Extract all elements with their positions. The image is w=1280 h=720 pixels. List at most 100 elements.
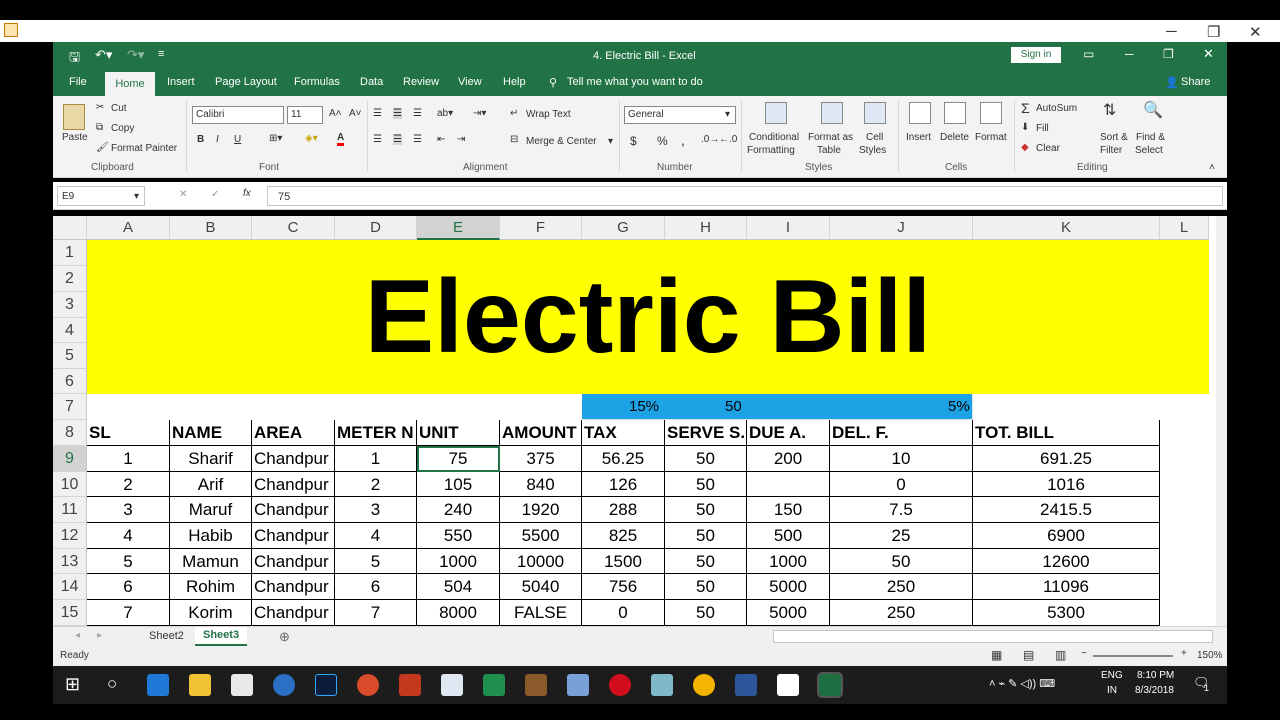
restore-icon[interactable]: ❐ bbox=[1207, 23, 1220, 41]
row-header-6[interactable]: 6 bbox=[53, 369, 87, 394]
font-size-dropdown[interactable]: 11 bbox=[287, 106, 323, 124]
excel-task-icon[interactable] bbox=[483, 674, 505, 696]
align-center-icon[interactable]: ☰ bbox=[393, 134, 402, 145]
table-cell[interactable]: 150 bbox=[747, 497, 830, 523]
notes-icon[interactable] bbox=[651, 674, 673, 696]
column-header-f[interactable]: F bbox=[500, 216, 582, 240]
table-cell[interactable]: 56.25 bbox=[582, 446, 665, 472]
table-cell[interactable]: 50 bbox=[665, 600, 747, 626]
excel-close-icon[interactable]: ✕ bbox=[1203, 46, 1214, 62]
table-cell[interactable]: Maruf bbox=[170, 497, 252, 523]
table-cell[interactable]: 50 bbox=[830, 549, 973, 574]
table-cell[interactable]: 1016 bbox=[973, 472, 1160, 497]
horizontal-scrollbar[interactable] bbox=[773, 630, 1213, 643]
name-box[interactable]: E9 ▾ bbox=[57, 186, 145, 206]
tab-page-layout[interactable]: Page Layout bbox=[215, 76, 277, 88]
table-cell[interactable]: 126 bbox=[582, 472, 665, 497]
merge-center-button[interactable]: Merge & Center bbox=[526, 136, 597, 147]
row-header-11[interactable]: 11 bbox=[53, 497, 87, 523]
table-cell[interactable]: 500 bbox=[747, 523, 830, 549]
table-cell[interactable]: 7.5 bbox=[830, 497, 973, 523]
table-cell[interactable]: 6900 bbox=[973, 523, 1160, 549]
table-cell[interactable]: 3 bbox=[335, 497, 417, 523]
excel-minimize-icon[interactable]: ─ bbox=[1125, 47, 1134, 61]
camtasia-icon[interactable] bbox=[231, 674, 253, 696]
clock-time[interactable]: 8:10 PM bbox=[1137, 670, 1174, 681]
insert-function-button[interactable]: fx bbox=[243, 188, 251, 199]
table-cell[interactable]: 5 bbox=[335, 549, 417, 574]
format-as-table-button-line2[interactable]: Table bbox=[817, 145, 841, 156]
paste-icon[interactable] bbox=[63, 104, 85, 130]
tray-icons[interactable]: ˄ ⌁ ✎ ◁)) ⌨ bbox=[989, 677, 1055, 690]
file-explorer-icon[interactable] bbox=[189, 674, 211, 696]
cancel-entry-icon[interactable]: ✕ bbox=[179, 189, 187, 200]
underline-button[interactable]: U bbox=[234, 134, 241, 145]
find-select-button-line2[interactable]: Select bbox=[1135, 145, 1163, 156]
sheet-tab-sheet3[interactable]: Sheet3 bbox=[195, 627, 248, 646]
tab-home[interactable]: Home bbox=[105, 72, 155, 96]
page-layout-view-icon[interactable]: ▤ bbox=[1023, 648, 1034, 662]
table-cell[interactable]: 0 bbox=[830, 472, 973, 497]
cut-button[interactable]: Cut bbox=[111, 103, 127, 114]
table-cell[interactable]: 105 bbox=[417, 472, 500, 497]
column-header-j[interactable]: J bbox=[830, 216, 973, 240]
find-select-button[interactable]: Find & bbox=[1136, 132, 1165, 143]
table-cell[interactable]: Arif bbox=[170, 472, 252, 497]
decrease-font-icon[interactable]: A˅ bbox=[349, 108, 362, 119]
font-name-dropdown[interactable]: Calibri bbox=[192, 106, 284, 124]
sign-in-button[interactable]: Sign in bbox=[1011, 47, 1061, 63]
table-cell[interactable]: 756 bbox=[582, 574, 665, 600]
ccleaner-icon[interactable] bbox=[357, 674, 379, 696]
table-cell[interactable]: 0 bbox=[582, 600, 665, 626]
align-top-icon[interactable]: ☰ bbox=[373, 108, 382, 119]
row-header-14[interactable]: 14 bbox=[53, 574, 87, 600]
table-cell[interactable]: Mamun bbox=[170, 549, 252, 574]
row-header-8[interactable]: 8 bbox=[53, 420, 87, 446]
add-sheet-icon[interactable]: ⊕ bbox=[279, 629, 290, 645]
table-cell[interactable]: 691.25 bbox=[973, 446, 1160, 472]
confirm-entry-icon[interactable]: ✓ bbox=[211, 189, 219, 200]
wrap-text-button[interactable]: Wrap Text bbox=[526, 109, 571, 120]
cell-styles-button[interactable]: Cell bbox=[866, 132, 883, 143]
table-cell[interactable]: 25 bbox=[830, 523, 973, 549]
table-cell[interactable]: 7 bbox=[335, 600, 417, 626]
bold-button[interactable]: B bbox=[197, 134, 204, 145]
tab-file[interactable]: File bbox=[69, 76, 87, 88]
decrease-indent-icon[interactable]: ⇤ bbox=[437, 134, 445, 145]
percent-button[interactable]: % bbox=[657, 134, 668, 148]
worksheet-grid[interactable]: Electric Bill A B C D E F G H I J K L 1 2 3 4 5 6 7 8 9 10 11 1… bbox=[53, 216, 1227, 626]
redo-icon[interactable]: ↷▾ bbox=[127, 47, 144, 63]
column-header-g[interactable]: G bbox=[582, 216, 665, 240]
table-cell[interactable]: 288 bbox=[582, 497, 665, 523]
tab-insert[interactable]: Insert bbox=[167, 76, 195, 88]
autosum-button[interactable]: AutoSum bbox=[1036, 103, 1077, 114]
align-middle-icon[interactable]: ☰ bbox=[393, 108, 402, 119]
column-header-h[interactable]: H bbox=[665, 216, 747, 240]
table-cell[interactable]: 2415.5 bbox=[973, 497, 1160, 523]
increase-decimal-icon[interactable]: .0→ bbox=[701, 134, 719, 145]
tab-help[interactable]: Help bbox=[503, 76, 526, 88]
table-cell[interactable]: 200 bbox=[747, 446, 830, 472]
table-cell[interactable]: Chandpur bbox=[252, 549, 335, 574]
tab-review[interactable]: Review bbox=[403, 76, 439, 88]
merge-dropdown-icon[interactable]: ▾ bbox=[608, 136, 613, 147]
column-header-e[interactable]: E bbox=[417, 216, 500, 240]
table-cell[interactable]: 5040 bbox=[500, 574, 582, 600]
row-header-9[interactable]: 9 bbox=[53, 446, 87, 472]
sort-filter-button[interactable]: Sort & bbox=[1100, 132, 1128, 143]
table-cell[interactable]: 50 bbox=[665, 523, 747, 549]
copy-button[interactable]: Copy bbox=[111, 123, 134, 134]
cortana-icon[interactable]: ○ bbox=[107, 674, 117, 694]
table-cell[interactable]: Chandpur bbox=[252, 446, 335, 472]
table-cell[interactable]: 1000 bbox=[417, 549, 500, 574]
table-cell[interactable]: 1 bbox=[87, 446, 170, 472]
tab-data[interactable]: Data bbox=[360, 76, 383, 88]
row-header-5[interactable]: 5 bbox=[53, 343, 87, 369]
word-icon[interactable] bbox=[735, 674, 757, 696]
normal-view-icon[interactable]: ▦ bbox=[991, 648, 1002, 662]
format-as-table-button[interactable]: Format as bbox=[808, 132, 853, 143]
prev-sheet-icon[interactable]: ◂ bbox=[75, 630, 80, 641]
edge-icon[interactable] bbox=[147, 674, 169, 696]
column-header-b[interactable]: B bbox=[170, 216, 252, 240]
table-cell[interactable]: 5000 bbox=[747, 574, 830, 600]
